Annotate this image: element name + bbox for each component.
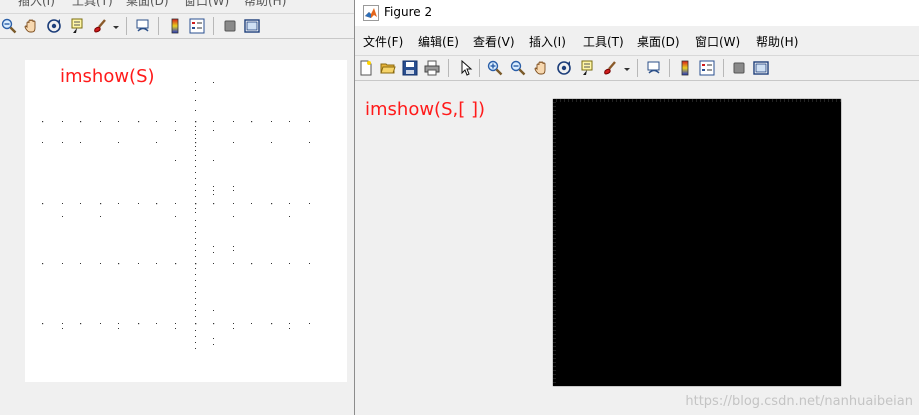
zoom-in-icon[interactable] [487,60,503,76]
zoom-out-icon[interactable] [510,60,526,76]
toolbar-separator [158,17,159,35]
brush-dropdown-icon[interactable] [623,60,631,76]
rotate-3d-icon[interactable] [556,60,572,76]
figure-window-left: 插入(I) 工具(T) 桌面(D) 窗口(W) 帮助(H) imshow(S) [0,0,354,415]
pan-hand-icon[interactable] [533,60,549,76]
pan-hand-icon[interactable] [23,18,39,34]
edit-plot-arrow-icon[interactable] [458,60,474,76]
dot-column [175,82,234,345]
new-figure-icon[interactable] [358,60,374,76]
data-cursor-icon[interactable] [579,60,595,76]
watermark-text: https://blog.csdn.net/nanhuaibeian [685,394,913,409]
toolbar-separator [637,59,638,77]
dot-row [42,203,310,205]
toolbar-separator [213,17,214,35]
menu-window[interactable]: 窗口(W) [184,0,229,9]
dot-row [42,323,310,325]
toolbar-separator [723,59,724,77]
title-bar: Figure 2 [355,0,919,26]
legend-icon[interactable] [699,60,715,76]
menu-bar-left: 插入(I) 工具(T) 桌面(D) 窗口(W) 帮助(H) [0,0,354,12]
sparse-spectrum-image [42,82,310,349]
matlab-logo-icon [363,5,379,21]
menu-view[interactable]: 查看(V) [473,33,515,50]
toolbar-separator [479,59,480,77]
brush-icon[interactable] [602,60,618,76]
show-plot-tools-icon[interactable] [244,18,260,34]
brush-icon[interactable] [92,18,108,34]
dot-row [62,328,290,329]
window-title: Figure 2 [384,5,433,19]
image-axes-left[interactable] [25,60,347,382]
dot-row [62,216,290,217]
print-icon[interactable] [424,60,440,76]
image-label-imshow-s-scaled: imshow(S,[ ]) [365,99,486,120]
menu-insert[interactable]: 插入(I) [18,0,55,9]
save-icon[interactable] [402,60,418,76]
colorbar-icon[interactable] [167,18,183,34]
menu-file[interactable]: 文件(F) [363,33,403,50]
rotate-3d-icon[interactable] [46,18,62,34]
toolbar-left [0,13,354,39]
menu-insert[interactable]: 插入(I) [529,33,566,50]
hide-plot-tools-icon[interactable] [222,18,238,34]
menu-edit[interactable]: 编辑(E) [418,33,459,50]
menu-desktop[interactable]: 桌面(D) [126,0,169,9]
brush-dropdown-icon[interactable] [112,18,120,34]
dot-row [42,142,310,144]
data-cursor-icon[interactable] [69,18,85,34]
link-plot-icon[interactable] [135,18,151,34]
toolbar-separator [669,59,670,77]
figure-toolbar [355,55,919,81]
scaled-spectrum-image[interactable] [553,99,841,386]
toolbar-separator [448,59,449,77]
menu-tools[interactable]: 工具(T) [583,33,624,50]
toolbar-separator [126,17,127,35]
open-file-icon[interactable] [380,60,396,76]
zoom-out-icon[interactable] [1,18,17,34]
legend-icon[interactable] [189,18,205,34]
show-plot-tools-icon[interactable] [753,60,769,76]
hide-plot-tools-icon[interactable] [731,60,747,76]
menu-window[interactable]: 窗口(W) [695,33,740,50]
dot-row [42,263,310,265]
colorbar-icon[interactable] [677,60,693,76]
menu-tools[interactable]: 工具(T) [72,0,113,9]
menu-help[interactable]: 帮助(H) [244,0,286,9]
menu-bar: 文件(F) 编辑(E) 查看(V) 插入(I) 工具(T) 桌面(D) 窗口(W… [355,29,919,53]
menu-desktop[interactable]: 桌面(D) [637,33,680,50]
menu-help[interactable]: 帮助(H) [756,33,798,50]
link-plot-icon[interactable] [646,60,662,76]
image-label-imshow-s: imshow(S) [60,66,155,87]
dot-row [42,121,310,123]
